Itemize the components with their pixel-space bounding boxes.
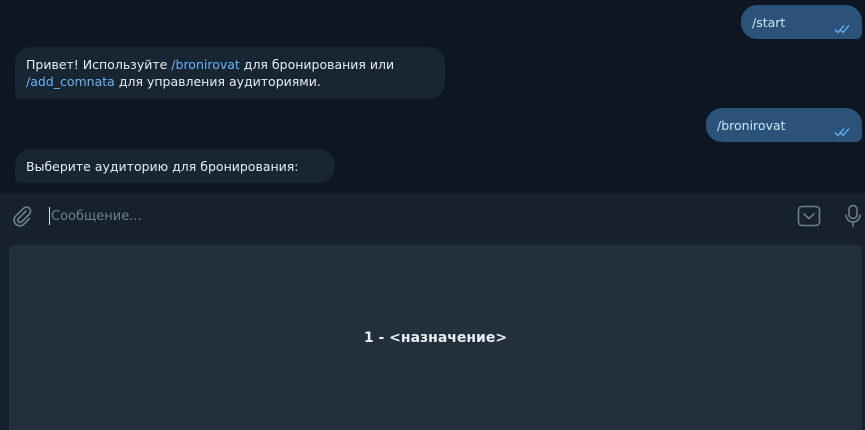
paperclip-icon[interactable] bbox=[11, 205, 33, 227]
message-incoming: Выберите аудиторию для бронирования: bbox=[15, 149, 335, 183]
text-caret bbox=[49, 207, 50, 225]
read-checkmarks-icon bbox=[834, 25, 850, 34]
read-checkmarks-icon bbox=[834, 128, 850, 137]
message-outgoing[interactable]: /start bbox=[741, 5, 862, 39]
message-incoming: Привет! Используйте /bronirovat для брон… bbox=[15, 47, 445, 99]
message-text: /start bbox=[752, 15, 786, 30]
message-line: /add_comnata для управления аудиториями. bbox=[26, 74, 321, 89]
reply-keyboard-button[interactable]: 1 - <назначение> bbox=[9, 245, 862, 430]
message-outgoing[interactable]: /bronirovat bbox=[706, 108, 862, 142]
command-link[interactable]: /add_comnata bbox=[26, 74, 115, 89]
message-composer bbox=[0, 192, 865, 238]
bot-keyboard-icon[interactable] bbox=[797, 205, 821, 227]
reply-keyboard: 1 - <назначение> bbox=[0, 238, 865, 430]
microphone-icon[interactable] bbox=[843, 204, 863, 228]
message-text: Выберите аудиторию для бронирования: bbox=[26, 159, 299, 174]
chat-history: /start Привет! Используйте /bronirovat д… bbox=[0, 0, 865, 192]
message-input[interactable] bbox=[51, 203, 771, 229]
message-line: Привет! Используйте /bronirovat для брон… bbox=[26, 57, 395, 72]
command-link[interactable]: /bronirovat bbox=[171, 57, 240, 72]
message-text: /bronirovat bbox=[717, 118, 786, 133]
